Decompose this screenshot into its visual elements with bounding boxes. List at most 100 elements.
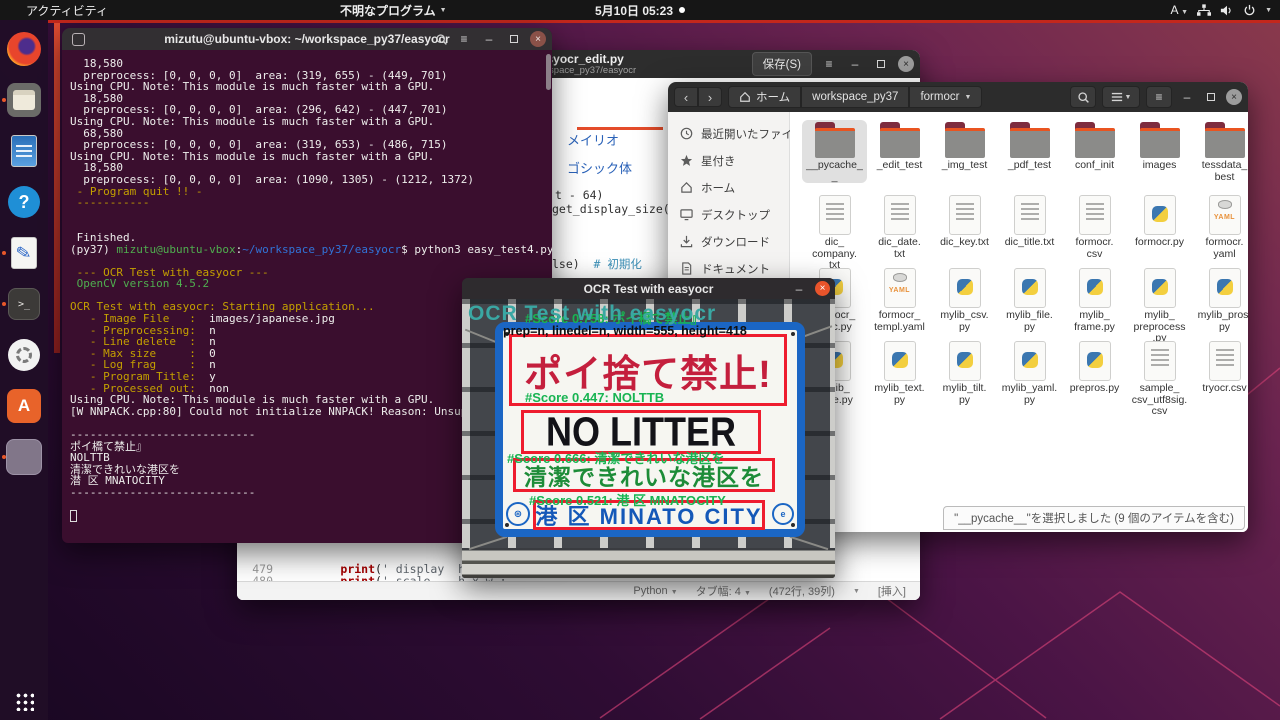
terminal-menu-button[interactable]: ≡ xyxy=(455,30,473,48)
breadcrumb-home[interactable]: ホーム xyxy=(728,86,801,108)
statusbar-dropdown[interactable]: ▼ xyxy=(853,588,860,595)
file-item[interactable]: mylib_csv. py xyxy=(932,266,997,333)
view-toggle-button[interactable]: ▼ xyxy=(1102,86,1140,108)
fm-menu-button[interactable]: ≡ xyxy=(1146,86,1172,108)
file-item[interactable]: _img_test xyxy=(932,120,997,172)
dock-item-firefox[interactable] xyxy=(0,26,48,72)
tab-width-selector[interactable]: タブ幅: 4 ▼ xyxy=(696,583,751,599)
sidebar-item-desktop[interactable]: デスクトップ xyxy=(668,201,789,228)
terminal-maximize-button[interactable] xyxy=(505,30,523,48)
breadcrumb-workspace[interactable]: workspace_py37 xyxy=(801,86,909,108)
editor-minimize-button[interactable]: – xyxy=(846,55,864,73)
dock-item-help[interactable]: ? xyxy=(0,179,48,225)
ime-indicator[interactable]: A ▼ xyxy=(1170,3,1188,17)
terminal-close-button[interactable]: × xyxy=(530,31,546,47)
terminal-titlebar[interactable]: mizutu@ubuntu-vbox: ~/workspace_py37/eas… xyxy=(62,28,552,50)
py-icon xyxy=(1072,268,1118,308)
py-icon xyxy=(942,268,988,308)
file-item[interactable]: mylib_ preprocess .py xyxy=(1127,266,1192,345)
file-label: tryocr.csv xyxy=(1202,383,1246,395)
ocr-titlebar[interactable]: OCR Test with easyocr – × xyxy=(462,278,835,299)
language-selector[interactable]: Python ▼ xyxy=(633,585,677,597)
desktop-icon xyxy=(680,208,693,221)
file-item[interactable]: images xyxy=(1127,120,1192,172)
back-button[interactable]: ‹ xyxy=(674,87,698,107)
file-label: formocr_ templ.yaml xyxy=(874,310,925,333)
sidebar-item-clock[interactable]: 最近開いたファイル xyxy=(668,120,789,147)
file-label: prepros.py xyxy=(1070,383,1120,395)
forward-button[interactable]: › xyxy=(698,87,722,107)
system-menu-caret[interactable]: ▼ xyxy=(1265,7,1272,14)
file-item[interactable]: dic_date. txt xyxy=(867,193,932,260)
file-item[interactable]: conf_init xyxy=(1062,120,1127,172)
txt-icon xyxy=(1072,195,1118,235)
search-button[interactable] xyxy=(1070,86,1096,108)
dock-item-files[interactable] xyxy=(0,77,48,123)
sidebar-item-star[interactable]: 星付き xyxy=(668,147,789,174)
fm-maximize-button[interactable] xyxy=(1202,88,1220,106)
file-item[interactable]: mylib_ frame.py xyxy=(1062,266,1127,333)
file-label: formocr. yaml xyxy=(1206,237,1244,260)
editor-menu-button[interactable]: ≡ xyxy=(820,55,838,73)
file-item[interactable]: mylib_yaml. py xyxy=(997,339,1062,406)
file-item[interactable]: formocr. csv xyxy=(1062,193,1127,260)
sidebar-item-download[interactable]: ダウンロード xyxy=(668,228,789,255)
dock-item-gedit[interactable]: ✎ xyxy=(0,230,48,276)
terminal-scrollbar[interactable] xyxy=(546,54,551,90)
clock[interactable]: 5月10日 05:23 xyxy=(0,0,1280,20)
dock-item-writer[interactable] xyxy=(0,128,48,174)
software-icon: A xyxy=(7,389,41,423)
file-item[interactable]: prepros.py xyxy=(1062,339,1127,395)
file-item[interactable]: mylib_tilt. py xyxy=(932,339,997,406)
file-item[interactable]: YAMLformocr_ templ.yaml xyxy=(867,266,932,333)
dock-item-software[interactable]: A xyxy=(0,383,48,429)
save-button[interactable]: 保存(S) xyxy=(752,52,812,76)
txt-icon xyxy=(1007,195,1053,235)
volume-icon[interactable] xyxy=(1220,4,1234,17)
dock-item-runapp[interactable] xyxy=(0,434,48,480)
yaml-icon: YAML xyxy=(1202,195,1248,235)
editor-maximize-button[interactable] xyxy=(872,55,890,73)
dock-item-settings[interactable] xyxy=(0,332,48,378)
show-applications-button[interactable] xyxy=(0,686,48,716)
file-item[interactable]: _pdf_test xyxy=(997,120,1062,172)
network-icon[interactable] xyxy=(1197,4,1211,17)
ocr-close-button[interactable]: × xyxy=(815,281,830,296)
dock-item-terminal[interactable]: >_ xyxy=(0,281,48,327)
sidebar-item-home[interactable]: ホーム xyxy=(668,174,789,201)
file-item[interactable]: mylib_pros. py xyxy=(1192,266,1248,333)
file-item[interactable]: dic_key.txt xyxy=(932,193,997,249)
file-item[interactable]: tryocr.csv xyxy=(1192,339,1248,395)
dock: ? ✎ >_ A xyxy=(0,20,48,720)
file-item[interactable]: mylib_text. py xyxy=(867,339,932,406)
folder-icon xyxy=(942,122,988,158)
file-label: _pdf_test xyxy=(1008,160,1051,172)
file-item[interactable]: __pycache_ _ xyxy=(802,120,867,183)
terminal-line: Using CPU. Note: This module is much fas… xyxy=(70,116,550,128)
file-item[interactable]: tessdata_ best xyxy=(1192,120,1248,183)
py-icon xyxy=(1072,341,1118,381)
file-item[interactable]: formocr.py xyxy=(1127,193,1192,249)
file-item[interactable]: sample_ csv_utf8sig. csv xyxy=(1127,339,1192,418)
file-item[interactable]: _edit_test xyxy=(867,120,932,172)
fm-close-button[interactable]: × xyxy=(1226,89,1242,105)
file-item[interactable]: dic_ company. txt xyxy=(802,193,867,272)
file-item[interactable]: dic_title.txt xyxy=(997,193,1062,249)
file-item[interactable]: YAMLformocr. yaml xyxy=(1192,193,1248,260)
ocr-minimize-button[interactable]: – xyxy=(790,280,808,298)
fm-minimize-button[interactable]: – xyxy=(1178,88,1196,106)
file-grid[interactable]: __pycache_ __edit_test_img_test _pdf_test… xyxy=(790,112,1248,532)
running-indicator xyxy=(2,251,6,255)
editor-close-button[interactable]: × xyxy=(898,56,914,72)
breadcrumb-formocr[interactable]: formocr ▼ xyxy=(909,86,982,108)
ocr-result-window: OCR Test with easyocr – × OCR Test with … xyxy=(462,278,835,578)
txt-icon xyxy=(1202,341,1248,381)
folder-icon xyxy=(1072,122,1118,158)
terminal-minimize-button[interactable]: – xyxy=(480,30,498,48)
terminal-search-icon[interactable] xyxy=(435,33,448,46)
file-label: mylib_csv. py xyxy=(940,310,988,333)
star-icon xyxy=(680,154,693,167)
terminal-line xyxy=(70,209,550,221)
power-icon[interactable] xyxy=(1243,4,1256,17)
file-item[interactable]: mylib_file. py xyxy=(997,266,1062,333)
